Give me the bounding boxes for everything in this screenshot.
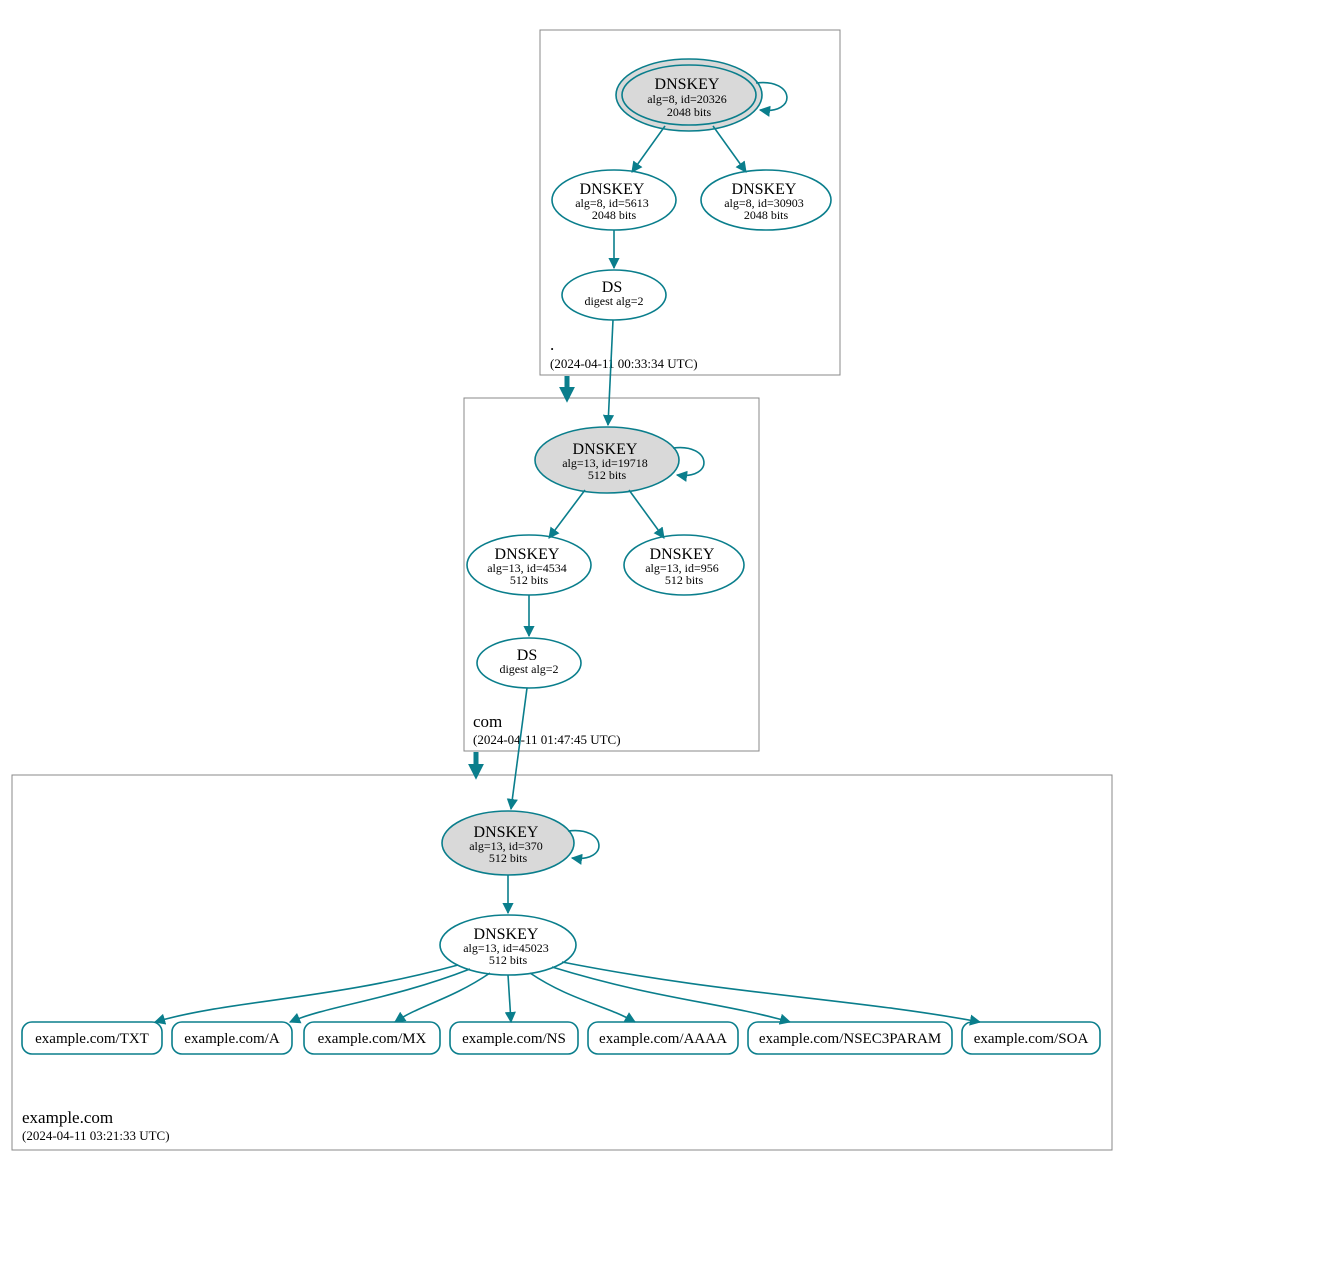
rrset-nsec3param: example.com/NSEC3PARAM: [748, 1022, 952, 1054]
svg-text:example.com/NSEC3PARAM: example.com/NSEC3PARAM: [759, 1031, 941, 1047]
edge-zsk-to-a: [290, 969, 470, 1022]
edge-com-ksk-to-zsk1: [549, 490, 585, 538]
zone-label-example: example.com (2024-04-11 03:21:33 UTC): [22, 1108, 170, 1143]
svg-text:example.com/NS: example.com/NS: [462, 1031, 566, 1047]
rrset-txt: example.com/TXT: [22, 1022, 162, 1054]
edge-root-ksk-to-zsk2: [713, 126, 746, 172]
node-root-ksk: DNSKEY alg=8, id=20326 2048 bits: [616, 59, 762, 131]
node-example-ksk: DNSKEY alg=13, id=370 512 bits: [442, 811, 574, 875]
rrset-mx: example.com/MX: [304, 1022, 440, 1054]
zone-label-com: com (2024-04-11 01:47:45 UTC): [473, 712, 621, 747]
node-root-zsk1: DNSKEY alg=8, id=5613 2048 bits: [552, 170, 676, 230]
node-com-zsk2: DNSKEY alg=13, id=956 512 bits: [624, 535, 744, 595]
edge-root-ksk-to-zsk1: [632, 126, 665, 172]
svg-text:example.com/TXT: example.com/TXT: [35, 1031, 149, 1047]
edge-zsk-to-soa: [562, 962, 980, 1022]
edge-zsk-to-mx: [395, 973, 490, 1022]
edge-zsk-to-ns: [508, 975, 511, 1022]
svg-text:example.com/AAAA: example.com/AAAA: [599, 1031, 727, 1047]
node-com-zsk1: DNSKEY alg=13, id=4534 512 bits: [467, 535, 591, 595]
edge-com-ksk-to-zsk2: [629, 490, 664, 538]
edge-com-ds-to-example-ksk: [511, 688, 527, 809]
edge-zsk-to-aaaa: [530, 973, 635, 1022]
svg-text:example.com/A: example.com/A: [184, 1031, 280, 1047]
rrset-soa: example.com/SOA: [962, 1022, 1100, 1054]
rrset-aaaa: example.com/AAAA: [588, 1022, 738, 1054]
zone-label-root: . (2024-04-11 00:33:34 UTC): [550, 335, 698, 371]
svg-text:example.com/SOA: example.com/SOA: [974, 1031, 1089, 1047]
edge-zsk-to-txt: [155, 965, 458, 1022]
node-com-ksk: DNSKEY alg=13, id=19718 512 bits: [535, 427, 679, 493]
node-com-ds: DS digest alg=2: [477, 638, 581, 688]
rrset-ns: example.com/NS: [450, 1022, 578, 1054]
node-root-ds: DS digest alg=2: [562, 270, 666, 320]
edge-zsk-to-nsec3: [552, 967, 790, 1022]
rrset-a: example.com/A: [172, 1022, 292, 1054]
node-example-zsk: DNSKEY alg=13, id=45023 512 bits: [440, 915, 576, 975]
svg-text:example.com/MX: example.com/MX: [318, 1031, 427, 1047]
node-root-zsk2: DNSKEY alg=8, id=30903 2048 bits: [701, 170, 831, 230]
edge-root-ds-to-com-ksk: [608, 320, 613, 425]
